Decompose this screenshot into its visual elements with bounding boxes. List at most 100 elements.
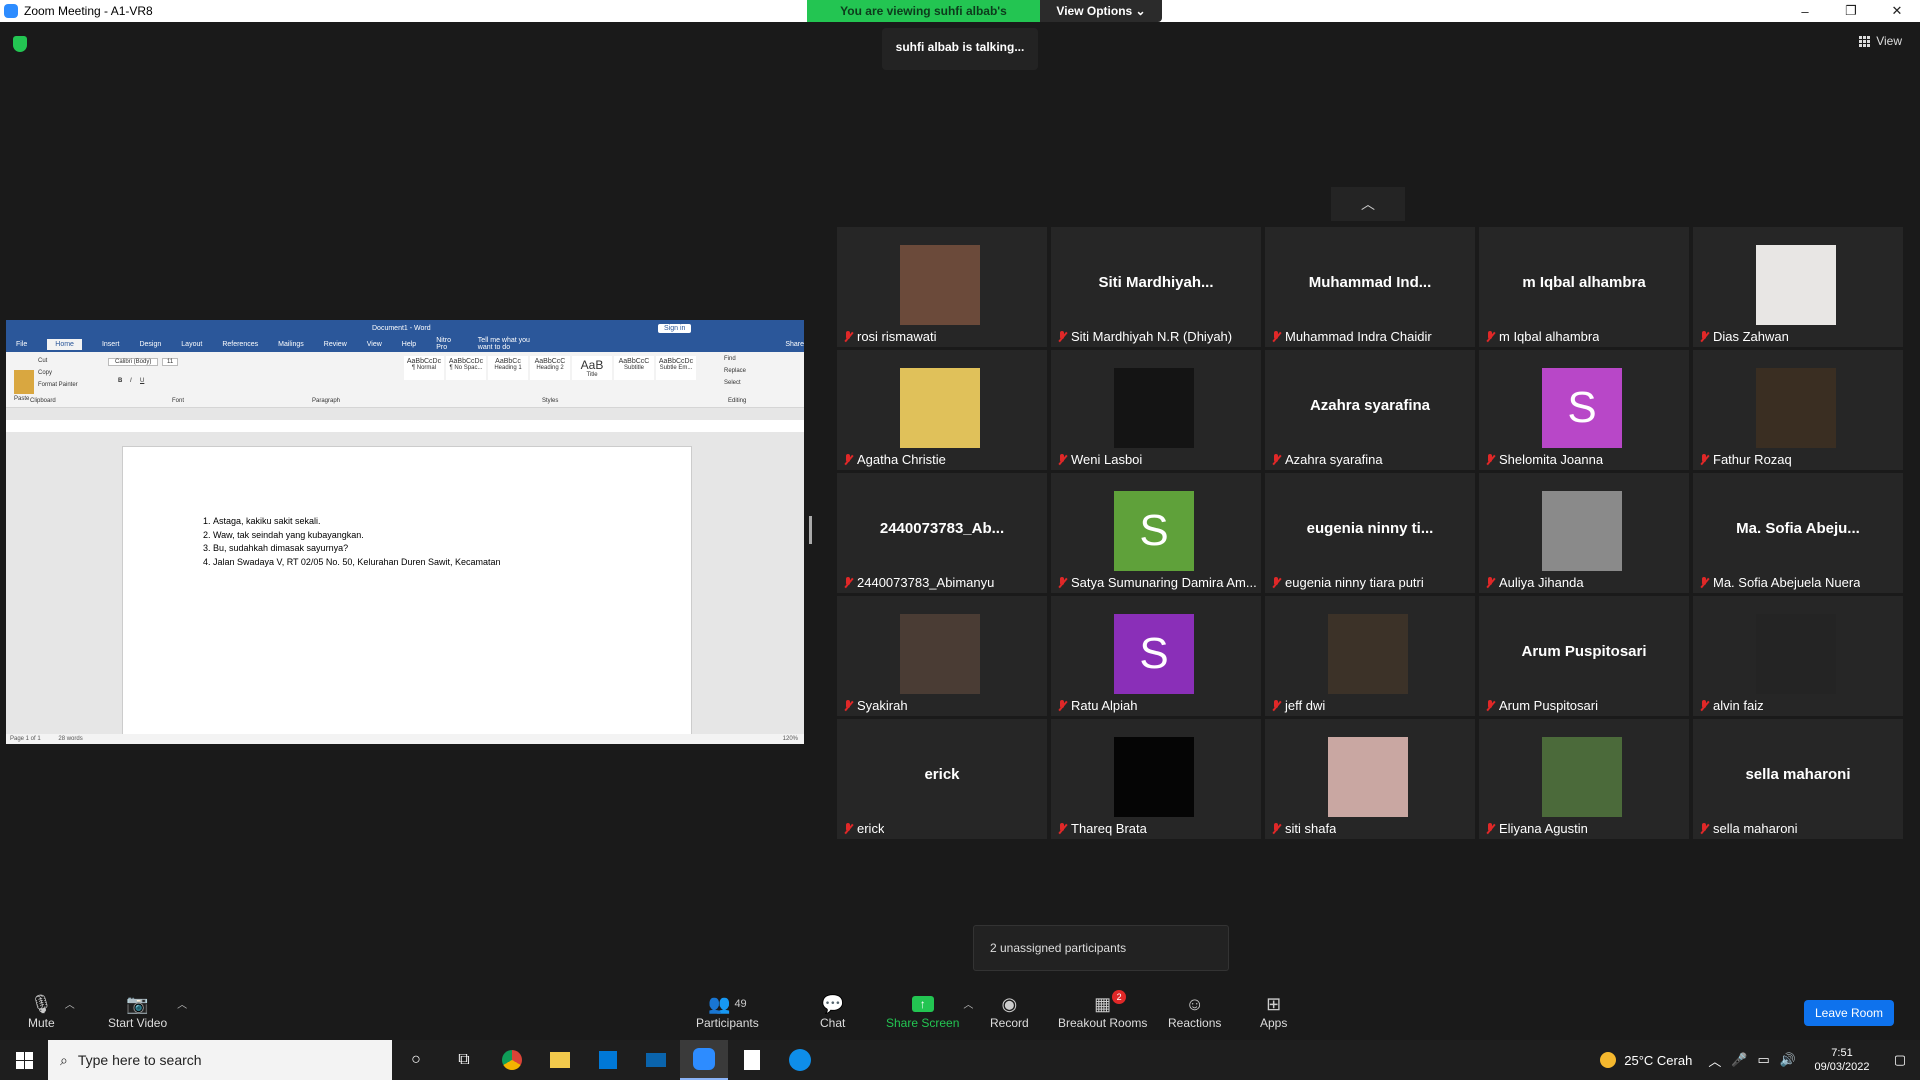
style-swatch[interactable]: AaBbCcDc ¶ No Spac... (446, 356, 486, 380)
participant-tile[interactable]: alvin faiz (1693, 596, 1903, 716)
zoom-taskbar-icon[interactable] (680, 1040, 728, 1080)
video-options-caret[interactable]: ︿ (177, 996, 187, 1011)
style-swatch[interactable]: AaBbCcC Subtitle (614, 356, 654, 380)
italic-button[interactable]: I (130, 378, 132, 384)
chrome-icon[interactable] (488, 1040, 536, 1080)
word-tab-home[interactable]: Home (47, 338, 82, 350)
cortana-icon[interactable]: ○ (392, 1040, 440, 1080)
minimize-button[interactable]: – (1782, 0, 1828, 22)
share-options-caret[interactable]: ︿ (963, 996, 973, 1011)
start-button[interactable] (0, 1040, 48, 1080)
store-icon[interactable] (584, 1040, 632, 1080)
maximize-button[interactable]: ❐ (1828, 0, 1874, 22)
participant-tile[interactable]: jeff dwi (1265, 596, 1475, 716)
network-icon[interactable]: ▭ (1758, 1052, 1770, 1068)
participant-tile[interactable]: 2440073783_Ab... 2440073783_Abimanyu (837, 473, 1047, 593)
clock[interactable]: 7:51 09/03/2022 (1804, 1046, 1880, 1074)
apps-button[interactable]: ⊞ Apps (1260, 992, 1287, 1031)
mail-icon[interactable] (632, 1040, 680, 1080)
leave-room-button[interactable]: Leave Room (1804, 1000, 1894, 1026)
file-explorer-icon[interactable] (536, 1040, 584, 1080)
view-button[interactable]: View (1859, 34, 1902, 48)
microphone-tray-icon[interactable]: 🎤 (1731, 1052, 1747, 1068)
participant-tile[interactable]: Azahra syarafina Azahra syarafina (1265, 350, 1475, 470)
participant-tile[interactable]: Agatha Christie (837, 350, 1047, 470)
participant-tile[interactable]: eugenia ninny ti... eugenia ninny tiara p… (1265, 473, 1475, 593)
participant-tile[interactable]: Thareq Brata (1051, 719, 1261, 839)
taskbar-search[interactable]: ⌕ Type here to search (48, 1040, 392, 1080)
participant-tile[interactable]: siti shafa (1265, 719, 1475, 839)
participant-tile[interactable]: erick erick (837, 719, 1047, 839)
mute-options-caret[interactable]: ︿ (65, 996, 75, 1011)
word-tab-help[interactable]: Help (402, 341, 416, 348)
word-tab-review[interactable]: Review (324, 341, 347, 348)
style-swatch[interactable]: AaBbCcDc ¶ Normal (404, 356, 444, 380)
participant-tile[interactable]: Arum Puspitosari Arum Puspitosari (1479, 596, 1689, 716)
zoom-level[interactable]: 120% (783, 734, 798, 744)
style-swatch[interactable]: AaBbCc Heading 1 (488, 356, 528, 380)
chat-button[interactable]: 💬 Chat (820, 992, 845, 1031)
participant-tile[interactable]: Syakirah (837, 596, 1047, 716)
word-tab-design[interactable]: Design (139, 341, 161, 348)
encryption-shield-icon[interactable] (13, 36, 27, 52)
record-button[interactable]: ◉ Record (990, 992, 1029, 1031)
tell-me-box[interactable]: Tell me what you want to do (478, 337, 546, 351)
share-screen-button[interactable]: ↑ Share Screen ︿ (886, 992, 973, 1030)
document-app-icon[interactable] (728, 1040, 776, 1080)
chevron-up-tray-icon[interactable]: ︿ (1708, 1051, 1721, 1070)
task-view-icon[interactable]: ⧉ (440, 1040, 488, 1080)
split-view-handle[interactable] (809, 516, 812, 544)
word-tab-file[interactable]: File (16, 341, 27, 348)
participants-button[interactable]: 👥 49 Participants (696, 992, 759, 1031)
participant-tile[interactable]: Weni Lasboi (1051, 350, 1261, 470)
participant-tile[interactable]: sella maharoni sella maharoni (1693, 719, 1903, 839)
gallery-scroll-up-button[interactable]: ︿ (1331, 187, 1405, 221)
participant-tile[interactable]: rosi rismawati (837, 227, 1047, 347)
replace-button[interactable]: Replace (724, 368, 746, 374)
word-sign-in[interactable]: Sign in (658, 323, 692, 333)
mute-button[interactable]: 🎙 Mute ︿ (28, 992, 75, 1031)
paste-icon[interactable] (14, 370, 34, 394)
font-name-select[interactable]: Calibri (Body) (108, 358, 159, 366)
participant-tile[interactable]: Siti Mardhiyah... Siti Mardhiyah N.R (Dhi… (1051, 227, 1261, 347)
underline-button[interactable]: U (140, 378, 144, 384)
participant-tile[interactable]: Eliyana Agustin (1479, 719, 1689, 839)
find-button[interactable]: Find (724, 356, 736, 362)
word-tab-view[interactable]: View (367, 341, 382, 348)
weather-text[interactable]: 25°C Cerah (1624, 1053, 1692, 1068)
breakout-rooms-button[interactable]: ▦ 2 Breakout Rooms (1058, 990, 1147, 1030)
word-tab-nitro-pro[interactable]: Nitro Pro (436, 337, 458, 351)
teamviewer-icon[interactable] (776, 1040, 824, 1080)
style-swatch[interactable]: AaBbCcC Heading 2 (530, 356, 570, 380)
word-share-button[interactable]: Share (785, 341, 804, 348)
participant-tile[interactable]: Dias Zahwan (1693, 227, 1903, 347)
close-button[interactable]: ✕ (1874, 0, 1920, 22)
participant-tile[interactable]: m Iqbal alhambra m Iqbal alhambra (1479, 227, 1689, 347)
word-tab-mailings[interactable]: Mailings (278, 341, 304, 348)
participant-tile[interactable]: S Satya Sumunaring Damira Am... (1051, 473, 1261, 593)
participant-tile[interactable]: S Ratu Alpiah (1051, 596, 1261, 716)
select-button[interactable]: Select (724, 380, 741, 386)
format-painter-button[interactable]: Format Painter (38, 382, 78, 388)
view-options-button[interactable]: View Options ⌄ (1040, 0, 1162, 22)
participant-tile[interactable]: Ma. Sofia Abeju... Ma. Sofia Abejuela Nue… (1693, 473, 1903, 593)
participant-tile[interactable]: S Shelomita Joanna (1479, 350, 1689, 470)
participant-tile[interactable]: Fathur Rozaq (1693, 350, 1903, 470)
bold-button[interactable]: B (118, 378, 122, 384)
start-video-button[interactable]: 📷 Start Video ︿ (108, 992, 187, 1031)
volume-icon[interactable]: 🔊 (1780, 1052, 1796, 1068)
style-swatch[interactable]: AaB Title (572, 356, 612, 380)
copy-button[interactable]: Copy (38, 370, 52, 376)
word-page[interactable]: Astaga, kakiku sakit sekali.Waw, tak sei… (122, 446, 692, 744)
font-size-select[interactable]: 11 (162, 358, 179, 366)
notifications-icon[interactable]: ▢ (1880, 1052, 1920, 1068)
reactions-button[interactable]: ☺ Reactions (1168, 992, 1221, 1031)
participant-tile[interactable]: Auliya Jihanda (1479, 473, 1689, 593)
word-tab-layout[interactable]: Layout (181, 341, 202, 348)
cut-button[interactable]: Cut (38, 358, 47, 364)
style-swatch[interactable]: AaBbCcDc Subtle Em... (656, 356, 696, 380)
unassigned-participants-popup[interactable]: 2 unassigned participants (973, 925, 1229, 971)
word-tab-references[interactable]: References (222, 341, 258, 348)
word-tab-insert[interactable]: Insert (102, 341, 120, 348)
participant-tile[interactable]: Muhammad Ind... Muhammad Indra Chaidir (1265, 227, 1475, 347)
